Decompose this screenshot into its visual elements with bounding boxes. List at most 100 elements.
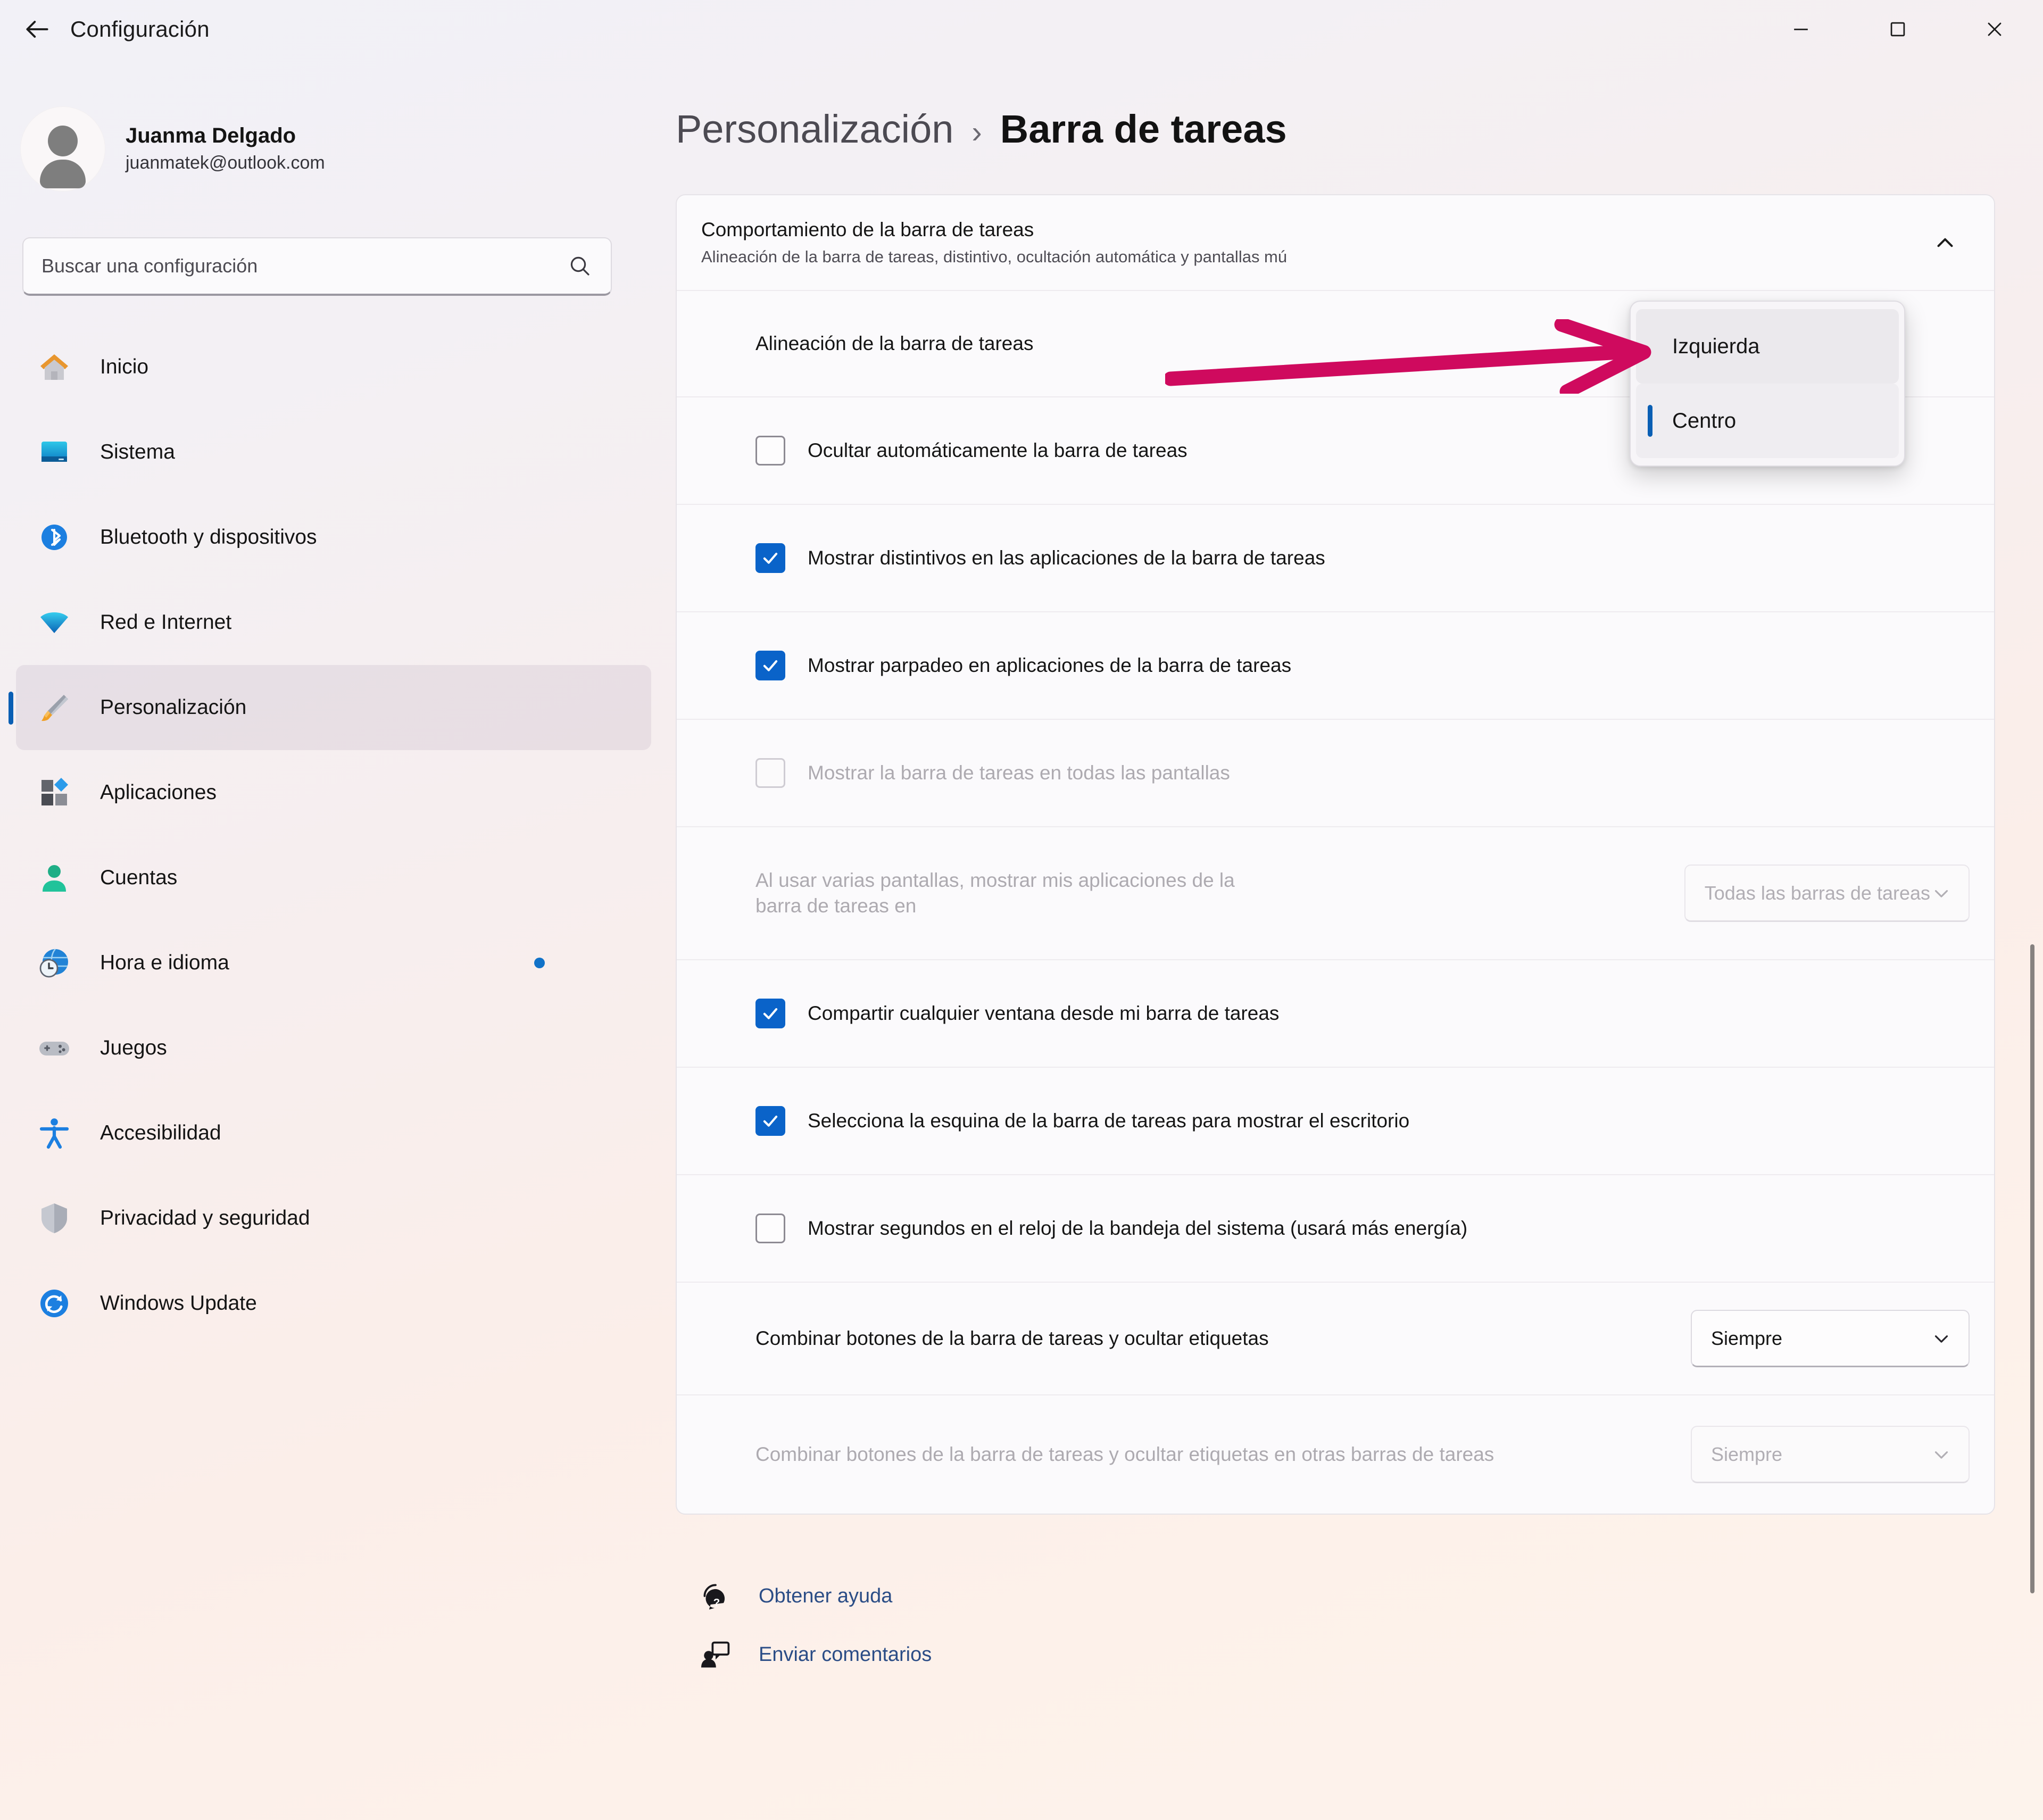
section-collapse-button[interactable]	[1921, 218, 1970, 267]
checkbox-show-desktop-corner[interactable]	[755, 1106, 785, 1136]
sidebar-item-sistema[interactable]: Sistema	[16, 410, 651, 495]
account-icon	[35, 859, 73, 897]
minimize-button[interactable]	[1753, 0, 1849, 59]
sidebar-item-label: Cuentas	[100, 866, 178, 889]
row-show-flashing[interactable]: Mostrar parpadeo en aplicaciones de la b…	[677, 612, 1994, 720]
row-label: Compartir cualquier ventana desde mi bar…	[808, 1002, 1280, 1024]
checkbox-share-any-window[interactable]	[755, 999, 785, 1028]
row-show-taskbar-all-displays: Mostrar la barra de tareas en todas las …	[677, 720, 1994, 827]
account-block[interactable]: Juanma Delgado juanmatek@outlook.com	[20, 106, 676, 192]
combo-combine-buttons[interactable]: Siempre	[1691, 1310, 1970, 1367]
gamepad-icon	[35, 1029, 73, 1067]
search-input[interactable]: Buscar una configuración	[22, 237, 612, 296]
shield-icon	[35, 1199, 73, 1237]
chevron-down-icon	[1934, 1451, 1948, 1459]
sidebar-item-aplicaciones[interactable]: Aplicaciones	[16, 750, 651, 835]
back-button[interactable]	[12, 4, 63, 55]
home-icon	[35, 348, 73, 386]
help-icon: ?	[696, 1576, 735, 1616]
checkbox-auto-hide[interactable]	[755, 436, 785, 466]
avatar	[20, 106, 105, 192]
check-icon	[763, 1008, 778, 1019]
row-label: Ocultar automáticamente la barra de tare…	[808, 439, 1187, 461]
brush-icon	[35, 688, 73, 727]
row-show-seconds-clock[interactable]: Mostrar segundos en el reloj de la bande…	[677, 1175, 1994, 1283]
breadcrumb-parent[interactable]: Personalización	[676, 106, 953, 152]
sidebar-item-label: Juegos	[100, 1036, 167, 1059]
title-bar: Configuración	[0, 0, 2043, 59]
checkbox-show-badges[interactable]	[755, 543, 785, 573]
close-icon	[1988, 22, 2002, 36]
checkbox-show-flashing[interactable]	[755, 651, 785, 680]
send-feedback-link[interactable]: Enviar comentarios	[696, 1625, 2043, 1684]
row-show-badges[interactable]: Mostrar distintivos en las aplicaciones …	[677, 505, 1994, 612]
avatar-body	[40, 160, 86, 188]
footer-links: ? Obtener ayuda Enviar comentarios	[696, 1567, 2043, 1684]
breadcrumb: Personalización › Barra de tareas	[676, 106, 2043, 152]
avatar-head	[48, 126, 78, 156]
sidebar-nav: Inicio Sistema Bluetooth y dispositivos …	[0, 325, 676, 1346]
sidebar: Juanma Delgado juanmatek@outlook.com Bus…	[0, 59, 676, 1820]
dropdown-option-label: Izquierda	[1672, 334, 1760, 358]
row-show-desktop-corner[interactable]: Selecciona la esquina de la barra de tar…	[677, 1068, 1994, 1175]
section-header-taskbar-behaviors[interactable]: Comportamiento de la barra de tareas Ali…	[677, 195, 1994, 291]
sidebar-item-label: Windows Update	[100, 1292, 257, 1315]
row-label: Selecciona la esquina de la barra de tar…	[808, 1109, 1410, 1132]
get-help-label: Obtener ayuda	[759, 1584, 893, 1607]
clock-globe-icon	[35, 944, 73, 982]
combo-value: Siempre	[1711, 1443, 1783, 1465]
row-combine-taskbar-buttons[interactable]: Combinar botones de la barra de tareas y…	[677, 1283, 1994, 1395]
row-label: Combinar botones de la barra de tareas y…	[755, 1443, 1494, 1465]
system-icon	[35, 433, 73, 471]
window-controls	[1753, 0, 2043, 59]
sidebar-item-bluetooth[interactable]: Bluetooth y dispositivos	[16, 495, 651, 580]
sidebar-item-juegos[interactable]: Juegos	[16, 1005, 651, 1091]
sidebar-item-personalizacion[interactable]: Personalización	[9, 665, 651, 750]
maximize-icon	[1890, 22, 1905, 37]
dropdown-option-izquierda[interactable]: Izquierda	[1636, 309, 1899, 384]
section-subtitle: Alineación de la barra de tareas, distin…	[701, 247, 1288, 266]
row-label: Al usar varias pantallas, mostrar mis ap…	[755, 869, 1235, 917]
sidebar-item-label: Hora e idioma	[100, 951, 229, 974]
combo-value: Siempre	[1711, 1327, 1783, 1349]
dropdown-option-centro[interactable]: Centro	[1636, 384, 1899, 458]
account-name: Juanma Delgado	[126, 124, 296, 148]
row-share-any-window[interactable]: Compartir cualquier ventana desde mi bar…	[677, 960, 1994, 1068]
row-label: Mostrar segundos en el reloj de la bande…	[808, 1217, 1468, 1239]
row-label: Mostrar parpadeo en aplicaciones de la b…	[808, 654, 1292, 676]
vertical-scrollbar-thumb[interactable]	[2030, 944, 2034, 1593]
sidebar-item-privacidad[interactable]: Privacidad y seguridad	[16, 1176, 651, 1261]
apps-icon	[35, 774, 73, 812]
sidebar-item-inicio[interactable]: Inicio	[16, 325, 651, 410]
chevron-down-icon	[1934, 1335, 1948, 1343]
checkbox-show-seconds[interactable]	[755, 1214, 785, 1243]
app-title: Configuración	[70, 16, 210, 41]
wifi-icon	[35, 603, 73, 642]
sidebar-item-cuentas[interactable]: Cuentas	[16, 835, 651, 920]
svg-text:?: ?	[713, 1597, 720, 1609]
check-icon	[763, 660, 778, 671]
row-label: Mostrar distintivos en las aplicaciones …	[808, 546, 1325, 569]
account-email: juanmatek@outlook.com	[126, 153, 325, 173]
sidebar-item-windows-update[interactable]: Windows Update	[16, 1261, 651, 1346]
combo-multi-display-apps: Todas las barras de tareas	[1684, 865, 1970, 922]
section-title: Comportamiento de la barra de tareas	[701, 218, 1034, 240]
sidebar-item-label: Red e Internet	[100, 611, 232, 634]
sidebar-item-label: Personalización	[100, 696, 247, 719]
sidebar-item-label: Accesibilidad	[100, 1121, 221, 1144]
combo-value: Todas las barras de tareas	[1704, 882, 1930, 904]
close-button[interactable]	[1946, 0, 2043, 59]
sidebar-item-red[interactable]: Red e Internet	[16, 580, 651, 665]
notification-dot	[534, 958, 545, 968]
check-icon	[763, 553, 778, 564]
get-help-link[interactable]: ? Obtener ayuda	[696, 1567, 2043, 1625]
sidebar-item-label: Inicio	[100, 355, 149, 378]
search-placeholder: Buscar una configuración	[41, 255, 258, 277]
sidebar-item-hora-idioma[interactable]: Hora e idioma	[16, 920, 651, 1005]
sidebar-item-label: Sistema	[100, 441, 175, 463]
minimize-icon	[1794, 28, 1808, 30]
maximize-button[interactable]	[1849, 0, 1946, 59]
row-label: Mostrar la barra de tareas en todas las …	[808, 761, 1230, 784]
sidebar-item-accesibilidad[interactable]: Accesibilidad	[16, 1091, 651, 1176]
accessibility-icon	[35, 1114, 73, 1152]
